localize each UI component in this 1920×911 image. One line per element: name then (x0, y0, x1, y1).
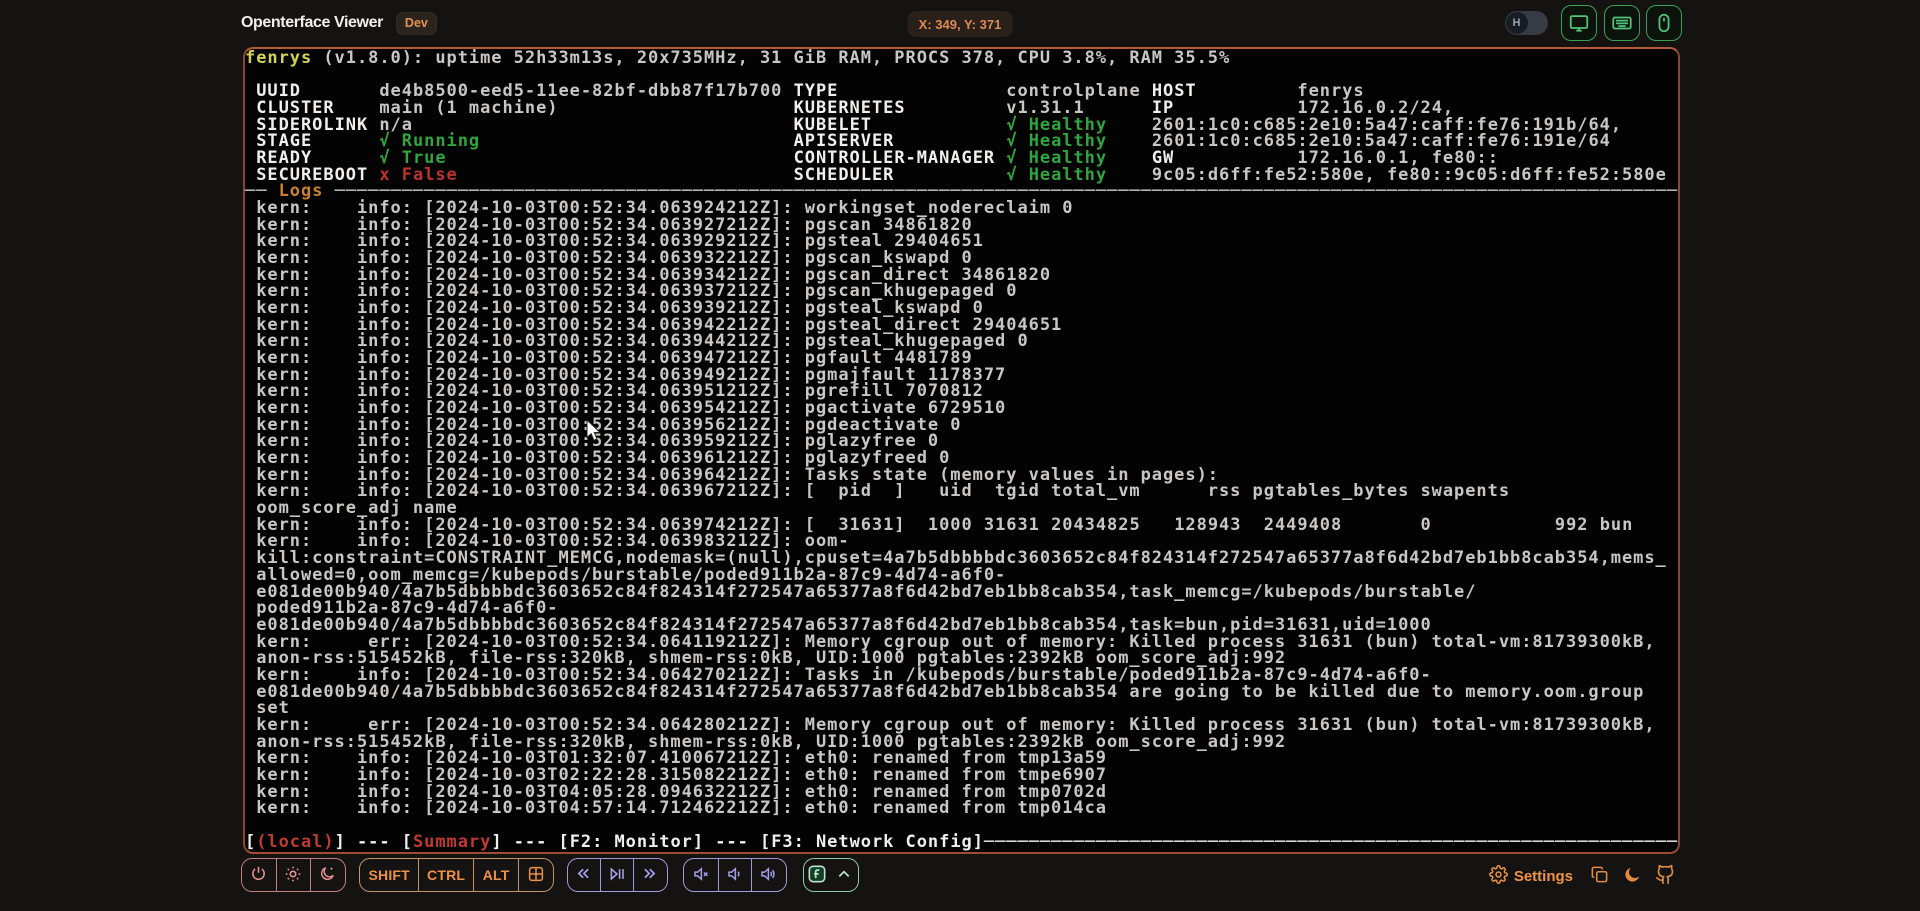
night-mode-button[interactable] (310, 859, 344, 891)
skip-back-icon (575, 865, 592, 885)
moon-stars-icon (319, 865, 336, 885)
bottom-toolbar: SHIFT CTRL ALT (0, 856, 1920, 896)
ctrl-key-button[interactable]: CTRL (418, 859, 472, 891)
keyboard-button[interactable] (1604, 5, 1640, 41)
display-button[interactable] (1561, 5, 1597, 41)
gear-icon (1489, 865, 1508, 888)
hardware-status-group: H (1505, 0, 1683, 46)
brightness-button[interactable] (276, 859, 310, 891)
collapse-toolbar-button[interactable] (831, 859, 858, 891)
theme-toggle-button[interactable] (1623, 865, 1642, 887)
title-group: Openterface Viewer Dev (241, 0, 437, 46)
volume-mute-icon (692, 865, 710, 886)
keyboard-icon (1611, 12, 1633, 34)
dev-badge: Dev (396, 12, 437, 35)
power-button[interactable] (242, 859, 276, 891)
settings-label: Settings (1514, 868, 1573, 885)
fn-key-icon (807, 864, 827, 887)
volume-controls-group (683, 858, 787, 892)
shift-key-button[interactable]: SHIFT (360, 859, 418, 891)
play-pause-icon (608, 865, 626, 886)
volume-mute-button[interactable] (684, 859, 718, 891)
app-title: Openterface Viewer (241, 14, 383, 32)
skip-forward-icon (641, 865, 658, 885)
mouse-cursor-overlay (586, 419, 602, 443)
volume-up-button[interactable] (751, 859, 785, 891)
volume-down-button[interactable] (718, 859, 752, 891)
volume-up-icon (759, 865, 777, 886)
modifier-keys-group: SHIFT CTRL ALT (359, 858, 554, 892)
windows-icon (527, 865, 545, 886)
mouse-coords-pill: X: 349, Y: 371 (908, 11, 1013, 37)
skip-back-button[interactable] (568, 859, 601, 891)
power-group (241, 858, 347, 892)
copy-icon (1590, 865, 1609, 887)
clipboard-button[interactable] (1590, 865, 1609, 887)
settings-button[interactable]: Settings (1489, 865, 1573, 888)
function-keys-group (803, 858, 859, 892)
settings-tools-group: Settings (1489, 856, 1676, 896)
play-pause-button[interactable] (600, 859, 633, 891)
skip-forward-button[interactable] (633, 859, 666, 891)
hid-mode-toggle[interactable]: H (1505, 11, 1548, 35)
media-controls-group (567, 858, 668, 892)
github-icon (1655, 864, 1676, 888)
fn-key-button[interactable] (804, 859, 831, 891)
mouse-button[interactable] (1646, 5, 1682, 41)
sun-icon (284, 865, 302, 886)
chevron-up-icon (836, 866, 852, 885)
terminal-output: fenrys (v1.8.0): uptime 52h33m13s, 20x73… (245, 50, 1678, 850)
volume-down-icon (726, 865, 744, 886)
top-bar: Openterface Viewer Dev X: 349, Y: 371 H (0, 0, 1920, 46)
hid-toggle-knob: H (1506, 12, 1528, 34)
display-icon (1568, 12, 1590, 34)
power-icon (250, 865, 267, 885)
moon-icon (1623, 865, 1642, 887)
github-button[interactable] (1655, 864, 1676, 888)
alt-key-button[interactable]: ALT (473, 859, 519, 891)
meta-key-button[interactable] (518, 859, 553, 891)
mouse-icon (1653, 12, 1675, 34)
remote-screen[interactable]: fenrys (v1.8.0): uptime 52h33m13s, 20x73… (243, 47, 1680, 854)
